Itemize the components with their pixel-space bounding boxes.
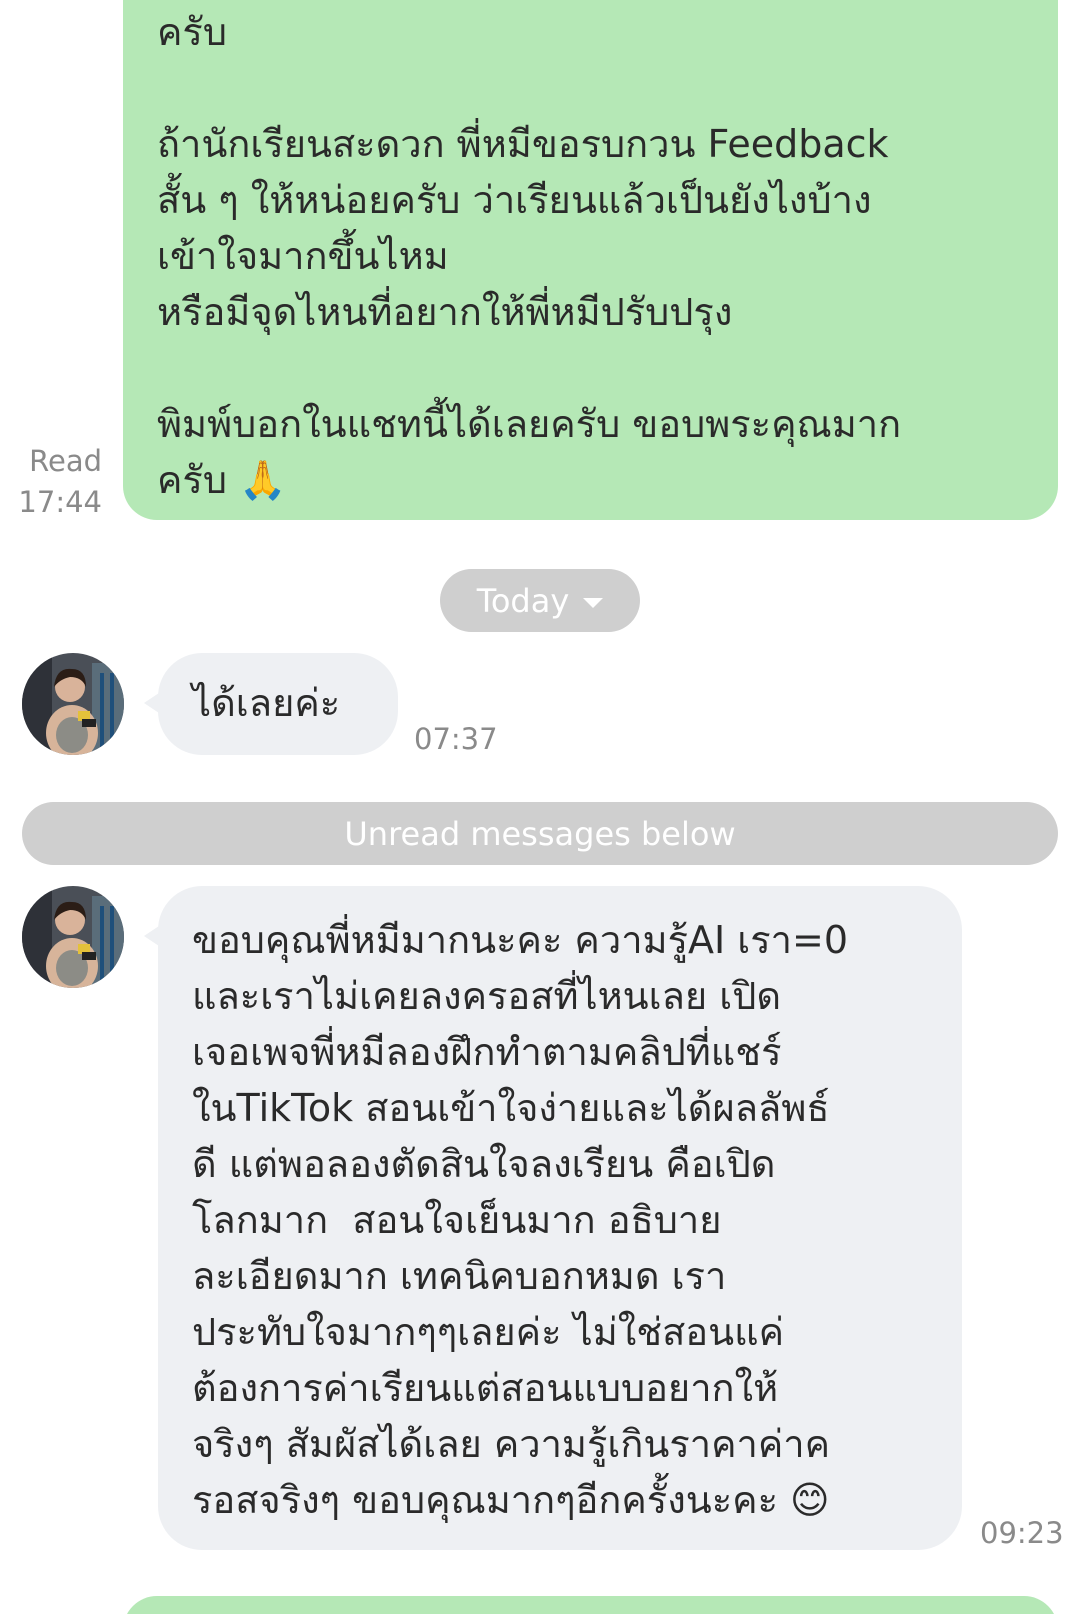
outgoing-message-bubble[interactable]: [123, 1596, 1058, 1614]
incoming-message-bubble[interactable]: ได้เลยค่ะ: [144, 653, 398, 755]
message-timestamp: 07:37: [414, 722, 498, 756]
avatar-photo: [22, 886, 124, 988]
caret-down-icon: [583, 597, 604, 608]
chat-view: ครับ ถ้านักเรียนสะดวก พี่หมีขอรบกวน Feed…: [0, 0, 1080, 1614]
date-separator-dropdown[interactable]: Today: [440, 569, 640, 632]
avatar-photo: [22, 653, 124, 755]
message-timestamp: 09:23: [980, 1516, 1064, 1550]
date-separator-label: Today: [476, 581, 570, 620]
read-receipt-label: Read: [29, 444, 102, 478]
incoming-message-bubble[interactable]: ขอบคุณพี่หมีมากนะคะ ความรู้AI เรา=0 และเ…: [144, 886, 962, 1550]
unread-messages-separator: Unread messages below: [22, 802, 1058, 865]
message-timestamp: 17:44: [18, 485, 102, 519]
avatar[interactable]: [22, 653, 124, 755]
outgoing-message-bubble[interactable]: ครับ ถ้านักเรียนสะดวก พี่หมีขอรบกวน Feed…: [123, 0, 1058, 520]
avatar[interactable]: [22, 886, 124, 988]
